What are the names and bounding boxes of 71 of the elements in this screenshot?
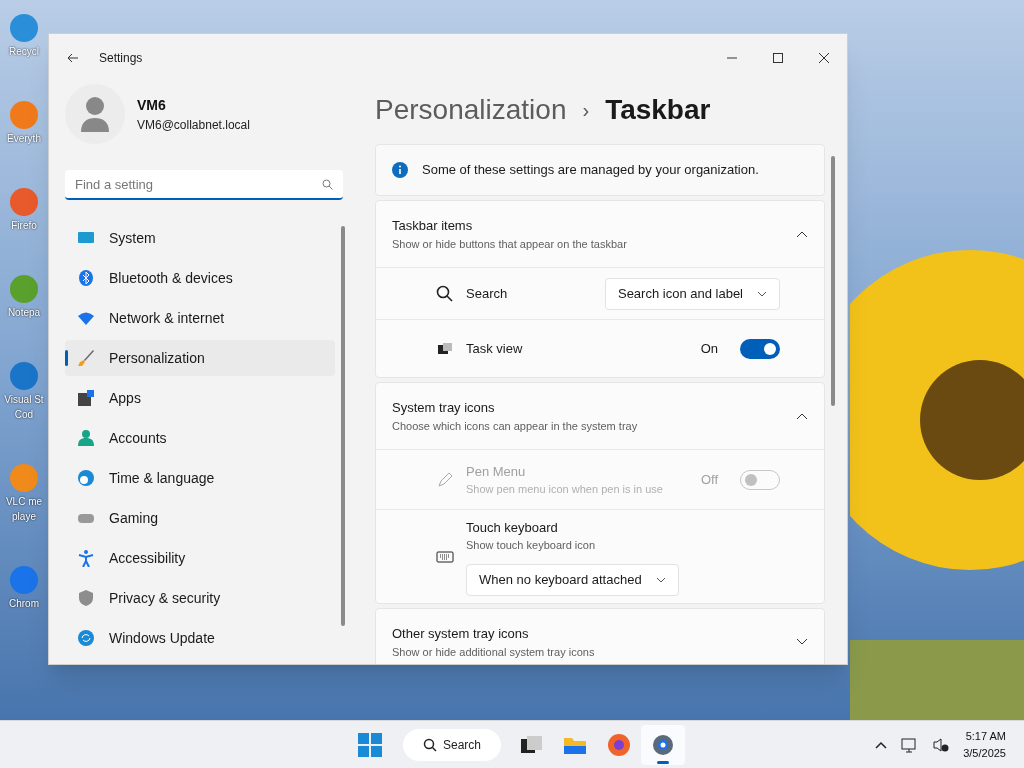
nav-item[interactable]: System [65, 220, 335, 256]
nav-item[interactable]: Gaming [65, 500, 335, 536]
section-header[interactable]: System tray icons Choose which icons can appear in the system tray [376, 383, 824, 449]
sync-icon [77, 629, 95, 647]
search-icon [423, 737, 437, 752]
nav-item[interactable]: Apps [65, 380, 335, 416]
apps-icon [77, 389, 95, 407]
shield-icon [77, 589, 95, 607]
nav-item[interactable]: Network & internet [65, 300, 335, 336]
breadcrumb-link[interactable]: Personalization [375, 89, 567, 131]
nav-item[interactable]: Time & language [65, 460, 335, 496]
scrollbar[interactable] [831, 156, 835, 406]
search-input[interactable]: Find a setting [75, 170, 322, 198]
maximize-icon [773, 53, 783, 63]
dropdown[interactable]: Search icon and label [604, 277, 780, 310]
nav-item[interactable]: Privacy & security [65, 580, 335, 616]
section-subtitle: Choose which icons can appear in the system tray [392, 418, 639, 434]
toggle-state-label: Off [700, 470, 718, 489]
globe-clock-icon [77, 469, 95, 487]
user-email: VM6@collabnet.local [137, 116, 250, 134]
chevron-down-icon [757, 290, 767, 297]
chevron-up-icon [796, 412, 808, 420]
section-title: Other system tray icons [392, 625, 530, 643]
setting-label: Pen Menu [466, 462, 527, 481]
chevron-up-icon [796, 230, 808, 238]
setting-description: Show touch keyboard icon [466, 538, 597, 553]
breadcrumb-separator: › [582, 98, 590, 123]
paintbrush-icon [77, 349, 95, 367]
setting-label: Search [466, 284, 509, 303]
clock-date[interactable]: 3/5/2025 [963, 744, 1006, 761]
section-subtitle: Show or hide additional system tray icons [392, 644, 596, 660]
muted-speaker-icon[interactable] [933, 736, 950, 753]
chevron-up-icon[interactable] [875, 740, 888, 749]
search-icon [322, 178, 333, 190]
nav-item[interactable]: Accounts [65, 420, 335, 456]
taskbar-search-button[interactable]: Search [403, 728, 502, 761]
scrollbar[interactable] [341, 226, 345, 626]
desktop-icon-label[interactable]: Chrom [9, 596, 39, 611]
windows-logo-icon[interactable] [357, 731, 383, 758]
setting-label: Task view [466, 339, 524, 358]
user-name: VM6 [137, 95, 167, 115]
close-icon [819, 53, 829, 63]
chevron-down-icon [796, 638, 808, 646]
window-title: Settings [99, 50, 143, 67]
section-subtitle: Show or hide buttons that appear on the taskbar [392, 236, 628, 252]
toggle-state-label: On [700, 339, 718, 358]
section-title: Taskbar items [392, 217, 474, 235]
chevron-down-icon [655, 576, 666, 583]
back-arrow-icon[interactable] [67, 52, 79, 64]
selection-indicator [65, 350, 68, 366]
nav-item[interactable]: Accessibility [65, 540, 335, 576]
pen-icon [436, 470, 454, 489]
accessibility-icon [77, 549, 95, 567]
person-icon [77, 429, 95, 447]
setting-label: Touch keyboard [466, 518, 559, 537]
info-text: Some of these settings are managed by your organization. [422, 161, 759, 180]
nav-item[interactable]: Bluetooth & devices [65, 260, 335, 296]
section-header[interactable]: Taskbar items Show or hide buttons that appear on the taskbar [376, 201, 824, 267]
toggle-switch[interactable] [740, 338, 780, 359]
bluetooth-icon [77, 269, 95, 287]
active-indicator [657, 760, 670, 764]
clock-time[interactable]: 5:17 AM [965, 728, 1006, 745]
dropdown[interactable]: When no keyboard attached [466, 563, 679, 596]
search-field[interactable]: Find a setting [65, 170, 343, 200]
nav-item[interactable]: Personalization [65, 340, 335, 376]
info-icon [392, 162, 408, 178]
page-title: Taskbar [605, 93, 711, 127]
nav-item[interactable]: Windows Update [65, 620, 335, 656]
section-title: System tray icons [392, 399, 496, 417]
setting-description: Show pen menu icon when pen is in use [466, 482, 664, 497]
section-header[interactable]: Other system tray icons Show or hide additional system tray icons [376, 609, 824, 664]
